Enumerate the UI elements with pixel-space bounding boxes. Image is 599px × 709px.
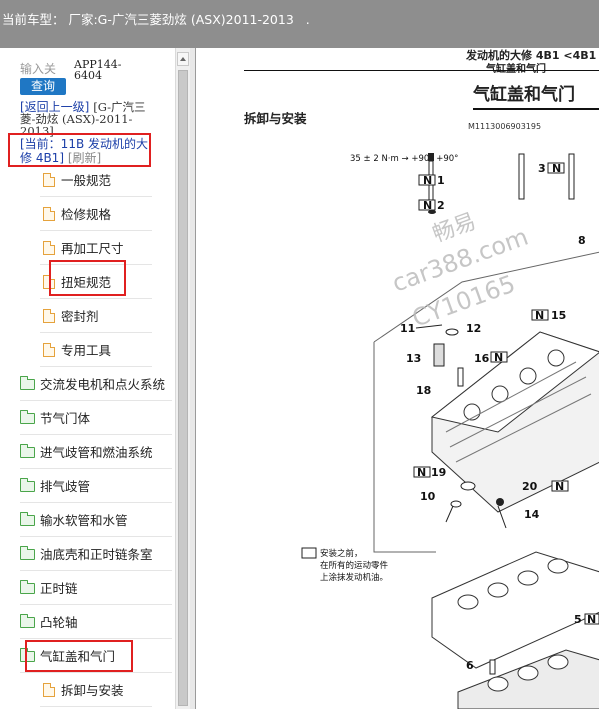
highlight-box-torque xyxy=(49,260,126,296)
assembly-note: 安装之前， 在所有的运动零件 上涂抹发动机油。 xyxy=(301,547,389,583)
window-title-text: 当前车型： 厂家:G-广汽三菱劲炫 (ASX)2011-2013 xyxy=(2,12,294,27)
tree-item-intake-fuel[interactable]: 进气歧管和燃油系统 xyxy=(20,435,172,469)
window-title-suffix: . xyxy=(305,12,310,27)
document-viewer: 发动机的大修 4B1 <4B1 气缸盖和气门 气缸盖和气门 拆卸与安装 M111… xyxy=(190,48,599,709)
title-rule xyxy=(473,108,599,110)
part-label-20: 20 xyxy=(522,480,538,493)
tree-item-water-hose[interactable]: 输水软管和水管 xyxy=(20,503,172,537)
breadcrumb: [返回上一级] [G-广汽三菱-劲炫 (ASX)-2011-2013] xyxy=(20,101,158,137)
part-label-14: 14 xyxy=(524,508,540,521)
folder-icon xyxy=(20,444,35,458)
tree-item-general-spec[interactable]: 一般规范 xyxy=(40,163,152,197)
document-page: 发动机的大修 4B1 <4B1 气缸盖和气门 气缸盖和气门 拆卸与安装 M111… xyxy=(195,48,599,709)
search-row: 输入关 查询 APP144-6404 × xyxy=(20,58,189,95)
part-label-1: 1 xyxy=(437,174,445,187)
document-icon xyxy=(43,682,55,697)
tag-label: N xyxy=(494,351,503,364)
tag-label: N xyxy=(552,162,561,175)
tag-label: N xyxy=(423,174,432,187)
highlight-box-cylinder-head xyxy=(25,640,133,672)
highlight-box-current xyxy=(8,133,151,167)
sidebar-scrollbar[interactable] xyxy=(175,48,190,709)
note-line-2: 在所有的运动零件 xyxy=(320,560,389,571)
part-label-5: 5 xyxy=(574,613,582,626)
tree-item-label: 检修规格 xyxy=(61,207,112,222)
window-title: 当前车型： 厂家:G-广汽三菱劲炫 (ASX)2011-2013. xyxy=(2,9,310,28)
tree-item-throttle-body[interactable]: 节气门体 xyxy=(20,401,172,435)
tree-item-exhaust-manifold[interactable]: 排气歧管 xyxy=(20,469,172,503)
torque-spec: 35 ± 2 N·m → +90° +90° xyxy=(350,154,458,164)
tree-item-label: 正时链 xyxy=(40,581,78,596)
figure-code: M1113006903195 xyxy=(468,122,542,131)
doc-section-title: 拆卸与安装 xyxy=(244,111,307,126)
tree-item-removal-installation[interactable]: 拆卸与安装 xyxy=(40,673,152,707)
tag-label: N xyxy=(423,199,432,212)
tag-label: N xyxy=(587,613,596,626)
tag-label: N xyxy=(417,466,426,479)
window-title-bar: 当前车型： 厂家:G-广汽三菱劲炫 (ASX)2011-2013. xyxy=(0,0,599,48)
note-line-1: 安装之前， xyxy=(320,548,363,559)
tree-item-label: 密封剂 xyxy=(61,309,99,324)
tree-item-label: 进气歧管和燃油系统 xyxy=(40,445,153,460)
search-button[interactable]: 查询 xyxy=(20,78,66,95)
part-label-13: 13 xyxy=(406,352,421,365)
tree-item-camshaft[interactable]: 凸轮轴 xyxy=(20,605,172,639)
part-label-19: 19 xyxy=(431,466,446,479)
tree-item-sealant[interactable]: 密封剂 xyxy=(40,299,152,333)
tree-item-label: 凸轮轴 xyxy=(40,615,78,630)
scroll-up-icon[interactable] xyxy=(177,52,189,66)
folder-icon xyxy=(20,478,35,492)
folder-icon xyxy=(20,512,35,526)
tree-item-label: 再加工尺寸 xyxy=(61,241,124,256)
tree-item-label: 节气门体 xyxy=(40,411,91,426)
cylinder-head xyxy=(430,331,599,513)
tree-item-label: 专用工具 xyxy=(61,343,112,358)
tree-item-label: 排气歧管 xyxy=(40,479,91,494)
document-icon xyxy=(43,342,55,357)
sidebar: 输入关 查询 APP144-6404 × [返回上一级] [G-广汽三菱-劲炫 … xyxy=(0,48,190,709)
document-icon xyxy=(43,172,55,187)
exploded-diagram: 35 ± 2 N·m → +90° +90° N 1 N 2 3 N 8 11 … xyxy=(301,153,599,709)
bolt-3: 3 N xyxy=(518,153,575,200)
app-code: APP144-6404 xyxy=(74,58,122,82)
folder-icon xyxy=(20,580,35,594)
tag-label: N xyxy=(555,480,564,493)
tree-item-alternator-ignition[interactable]: 交流发电机和点火系统 xyxy=(20,367,172,401)
part-label-2: 2 xyxy=(437,199,445,212)
tree-item-special-tools[interactable]: 专用工具 xyxy=(40,333,152,367)
part-label-18: 18 xyxy=(416,384,431,397)
folder-icon xyxy=(20,376,35,390)
tree-item-timing-chain[interactable]: 正时链 xyxy=(20,571,172,605)
tree-item-label: 一般规范 xyxy=(61,173,112,188)
part-label-8: 8 xyxy=(578,234,586,247)
doc-subheader: 气缸盖和气门 xyxy=(486,60,546,75)
part-label-15: 15 xyxy=(551,309,566,322)
folder-icon xyxy=(20,614,35,628)
tree-item-label: 油底壳和正时链条室 xyxy=(40,547,153,562)
folder-icon xyxy=(20,546,35,560)
doc-title: 气缸盖和气门 xyxy=(473,85,575,105)
tree-item-label: 交流发电机和点火系统 xyxy=(40,377,166,392)
tree-item-oil-pan-timing-case[interactable]: 油底壳和正时链条室 xyxy=(20,537,172,571)
document-icon xyxy=(43,206,55,221)
tag-label: N xyxy=(535,309,544,322)
folder-icon xyxy=(20,410,35,424)
search-input[interactable]: 输入关 xyxy=(20,60,56,77)
part-label-3: 3 xyxy=(538,162,546,175)
washer-2: N 2 xyxy=(418,199,445,214)
part-label-12: 12 xyxy=(466,322,481,335)
tree-item-label: 拆卸与安装 xyxy=(61,683,124,698)
tree-item-label: 输水软管和水管 xyxy=(40,513,128,528)
document-icon xyxy=(43,240,55,255)
note-line-3: 上涂抹发动机油。 xyxy=(320,572,388,583)
part-label-16: 16 xyxy=(474,352,490,365)
header-rule xyxy=(244,70,599,71)
head-gasket xyxy=(431,551,599,669)
part-label-6: 6 xyxy=(466,659,474,672)
part-label-10: 10 xyxy=(420,490,436,503)
document-icon xyxy=(43,308,55,323)
tree-item-service-spec[interactable]: 检修规格 xyxy=(40,197,152,231)
part-label-11: 11 xyxy=(400,322,415,335)
scroll-thumb[interactable] xyxy=(178,70,188,706)
